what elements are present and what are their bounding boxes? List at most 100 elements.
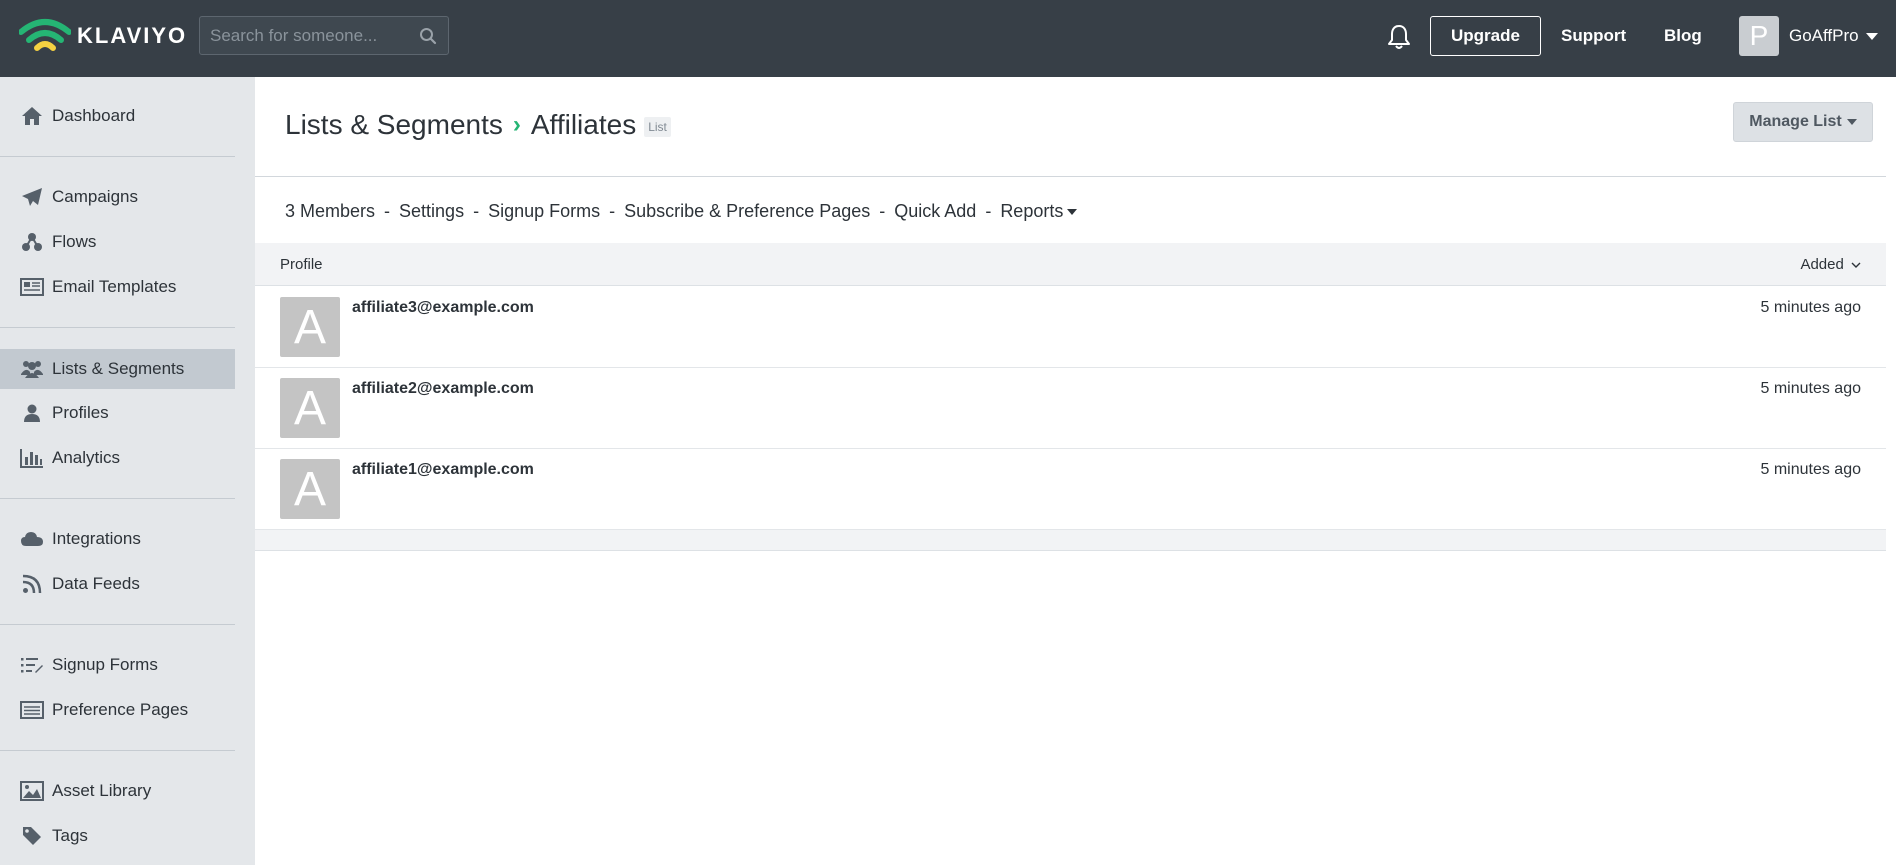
chevron-down-icon (1851, 262, 1861, 268)
home-icon (20, 105, 44, 127)
top-navbar: KLAVIYO Upgrade Support Blog P GoAffPro (0, 0, 1896, 77)
main-content: Lists & Segments › Affiliates List Manag… (255, 77, 1896, 865)
users-icon (20, 358, 44, 380)
added-time: 5 minutes ago (1760, 380, 1861, 397)
profile-email-link[interactable]: affiliate3@example.com (352, 299, 534, 317)
cloud-icon (20, 528, 44, 550)
rss-icon (20, 573, 44, 595)
sidebar-item-flows[interactable]: Flows (0, 222, 235, 262)
separator: - (609, 201, 616, 221)
divider (0, 624, 235, 625)
divider (0, 156, 235, 157)
sidebar-item-analytics[interactable]: Analytics (0, 438, 235, 478)
subscribe-preference-pages-link[interactable]: Subscribe & Preference Pages (624, 201, 870, 222)
profile-email-link[interactable]: affiliate2@example.com (352, 380, 534, 398)
avatar: A (280, 378, 340, 438)
profile-email-link[interactable]: affiliate1@example.com (352, 461, 534, 479)
manage-list-button[interactable]: Manage List (1733, 102, 1873, 142)
chevron-right-icon: › (512, 111, 521, 138)
sidebar-item-signup-forms[interactable]: Signup Forms (0, 645, 235, 685)
sidebar-item-label: Email Templates (52, 277, 177, 296)
wifi-logo-icon (19, 19, 71, 51)
newspaper-icon (20, 276, 44, 298)
caret-down-icon (1846, 119, 1857, 125)
sidebar-item-label: Flows (52, 232, 97, 251)
divider (255, 176, 1886, 177)
settings-link[interactable]: Settings (399, 201, 464, 222)
sidebar-item-label: Integrations (52, 529, 141, 548)
divider (0, 327, 235, 328)
sidebar-item-label: Analytics (52, 448, 121, 467)
table-row[interactable]: A affiliate3@example.com 5 minutes ago (255, 287, 1886, 368)
sidebar-item-preference-pages[interactable]: Preference Pages (0, 690, 235, 730)
table-row[interactable]: A affiliate1@example.com 5 minutes ago (255, 449, 1886, 530)
sidebar-item-dashboard[interactable]: Dashboard (0, 96, 235, 136)
sidebar-item-label: Preference Pages (52, 700, 189, 719)
list-type-badge: List (644, 117, 671, 137)
table-footer (255, 530, 1886, 551)
chevron-down-icon[interactable] (1866, 33, 1878, 40)
members-link[interactable]: 3 Members (285, 201, 375, 222)
search-box (199, 16, 449, 55)
paper-plane-icon (20, 186, 44, 208)
list-alt-icon (20, 699, 44, 721)
account-avatar[interactable]: P (1739, 16, 1779, 56)
avatar: A (280, 297, 340, 357)
sidebar-item-profiles[interactable]: Profiles (0, 393, 235, 433)
sidebar-item-label: Signup Forms (52, 655, 158, 674)
added-time: 5 minutes ago (1760, 461, 1861, 478)
sidebar-item-email-templates[interactable]: Email Templates (0, 267, 235, 307)
sidebar-item-label: Data Feeds (52, 574, 140, 593)
sidebar-item-label: Profiles (52, 403, 109, 422)
flows-icon (20, 231, 44, 253)
manage-list-label: Manage List (1749, 113, 1842, 130)
reports-dropdown[interactable]: Reports (1000, 201, 1078, 222)
divider (0, 750, 235, 751)
column-header-added-sort[interactable]: Added (1800, 256, 1861, 273)
logo-text: KLAVIYO (77, 23, 188, 48)
quick-add-link[interactable]: Quick Add (894, 201, 976, 222)
sidebar-item-label: Asset Library (52, 781, 152, 800)
tag-icon (20, 825, 44, 847)
signup-forms-link[interactable]: Signup Forms (488, 201, 600, 222)
divider (0, 498, 235, 499)
sidebar-item-data-feeds[interactable]: Data Feeds (0, 564, 235, 604)
sidebar: Dashboard Campaigns Flows Email Template… (0, 77, 255, 865)
bell-icon[interactable] (1386, 23, 1412, 51)
column-header-profile: Profile (280, 256, 323, 273)
klaviyo-logo[interactable]: KLAVIYO (19, 17, 187, 55)
sidebar-item-label: Lists & Segments (52, 359, 185, 378)
separator: - (473, 201, 480, 221)
sidebar-item-lists-segments[interactable]: Lists & Segments (0, 349, 235, 389)
support-link[interactable]: Support (1561, 26, 1626, 46)
bar-chart-icon (20, 447, 44, 469)
sidebar-item-label: Campaigns (52, 187, 138, 206)
search-icon[interactable] (419, 27, 437, 45)
caret-down-icon (1067, 209, 1078, 215)
avatar: A (280, 459, 340, 519)
column-header-added-label: Added (1800, 256, 1844, 273)
separator: - (384, 201, 391, 221)
form-list-icon (20, 654, 44, 676)
sidebar-item-tags[interactable]: Tags (0, 816, 235, 856)
added-time: 5 minutes ago (1760, 299, 1861, 316)
reports-label: Reports (1000, 201, 1064, 221)
account-name[interactable]: GoAffPro (1789, 26, 1859, 46)
image-icon (20, 780, 44, 802)
table-header: Profile Added (255, 243, 1886, 286)
sidebar-item-label: Tags (52, 826, 88, 845)
page-title: Affiliates (530, 109, 637, 140)
sidebar-item-campaigns[interactable]: Campaigns (0, 177, 235, 217)
sidebar-item-integrations[interactable]: Integrations (0, 519, 235, 559)
breadcrumb-parent-link[interactable]: Lists & Segments (285, 109, 503, 141)
sidebar-item-label: Dashboard (52, 106, 136, 125)
blog-link[interactable]: Blog (1664, 26, 1702, 46)
breadcrumb: Lists & Segments › Affiliates List (285, 109, 671, 141)
table-row[interactable]: A affiliate2@example.com 5 minutes ago (255, 368, 1886, 449)
list-subnav: 3 Members - Settings - Signup Forms - Su… (285, 201, 1078, 222)
sidebar-item-asset-library[interactable]: Asset Library (0, 771, 235, 811)
user-icon (20, 402, 44, 424)
upgrade-button[interactable]: Upgrade (1430, 16, 1541, 56)
search-input[interactable] (210, 17, 410, 54)
separator: - (879, 201, 886, 221)
